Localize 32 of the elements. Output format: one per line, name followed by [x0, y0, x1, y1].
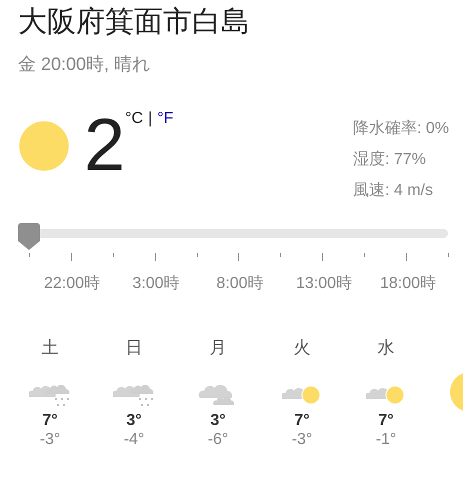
high-temperature: 7°	[294, 412, 310, 431]
high-temperature: 3°	[126, 412, 142, 431]
low-temperature: -3°	[40, 431, 60, 450]
day-label: 日	[126, 337, 142, 358]
day-label: 水	[378, 337, 394, 358]
weather-detail: 降水確率: 0%	[352, 118, 449, 139]
day-label: 火	[294, 337, 310, 358]
time-label: 3:00時	[131, 274, 181, 294]
low-temperature: -1°	[376, 431, 396, 450]
high-temperature: 7°	[378, 412, 394, 431]
day-label: 月	[210, 337, 226, 358]
timeline-slider[interactable]	[18, 223, 448, 251]
low-temperature: -3°	[292, 431, 312, 450]
weather-detail: 風速: 4 m/s	[352, 180, 434, 201]
temperature-value: 2	[84, 108, 126, 182]
time-label: 22:00時	[42, 274, 102, 294]
time-label: 18:00時	[378, 274, 438, 294]
unit-separator: |	[148, 110, 152, 128]
day-label: 土	[42, 337, 58, 358]
high-temperature: 7°	[42, 412, 58, 431]
low-temperature: -4°	[124, 431, 144, 450]
fahrenheit-link[interactable]: °F	[157, 110, 174, 128]
timeline-thumb[interactable]	[18, 223, 40, 251]
weather-detail: 湿度: 77%	[352, 150, 427, 170]
high-temperature: 3°	[210, 412, 226, 431]
low-temperature: -6°	[208, 431, 228, 450]
time-condition-text: 金 20:00時, 晴れ	[18, 53, 152, 76]
celsius-unit: °C	[125, 110, 144, 128]
time-label: 8:00時	[215, 274, 265, 294]
time-label: 13:00時	[294, 274, 354, 294]
location-title: 大阪府箕面市白島	[18, 5, 251, 40]
sun-icon	[18, 120, 70, 172]
